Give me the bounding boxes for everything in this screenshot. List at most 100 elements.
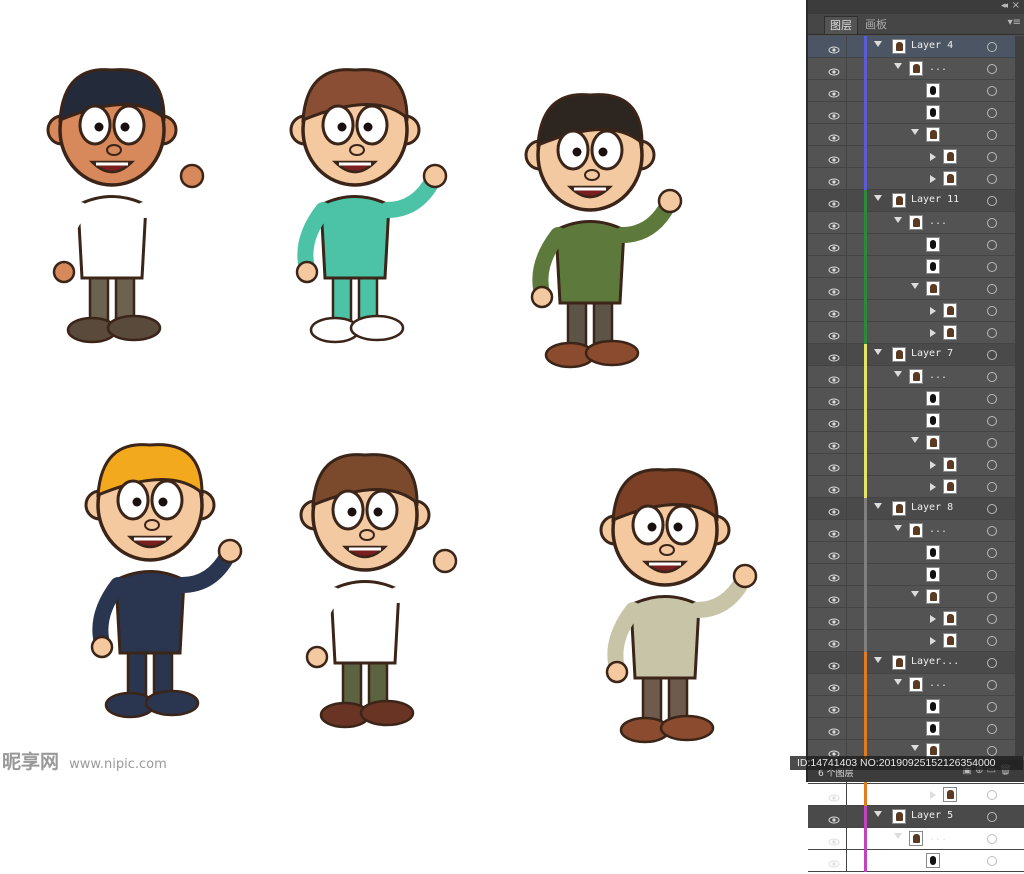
group-name[interactable]: ...: [929, 62, 947, 73]
visibility-eye-icon[interactable]: [828, 855, 840, 868]
lock-column[interactable]: [846, 652, 847, 674]
lock-column[interactable]: [846, 718, 847, 740]
visibility-eye-icon[interactable]: [828, 525, 840, 538]
visibility-eye-icon[interactable]: [828, 217, 840, 230]
target-circle-icon[interactable]: [987, 834, 997, 844]
layer-name[interactable]: Layer 8: [911, 502, 953, 513]
lock-column[interactable]: [846, 542, 847, 564]
sublayer-row[interactable]: [808, 124, 1024, 146]
lock-column[interactable]: [846, 784, 847, 806]
sublayer-row[interactable]: [808, 696, 1024, 718]
lock-column[interactable]: [846, 608, 847, 630]
layer-name[interactable]: Layer 4: [911, 40, 953, 51]
visibility-eye-icon[interactable]: [828, 591, 840, 604]
lock-column[interactable]: [846, 322, 847, 344]
visibility-eye-icon[interactable]: [828, 547, 840, 560]
target-circle-icon[interactable]: [987, 262, 997, 272]
sublayer-row[interactable]: [808, 300, 1024, 322]
target-circle-icon[interactable]: [987, 174, 997, 184]
layer-name[interactable]: Layer 11: [911, 194, 959, 205]
visibility-eye-icon[interactable]: [828, 151, 840, 164]
expand-triangle-icon[interactable]: [874, 195, 882, 201]
layer-row[interactable]: Layer 8: [808, 498, 1024, 520]
collapsed-triangle-icon[interactable]: [930, 461, 936, 469]
expand-triangle-icon[interactable]: [911, 745, 919, 751]
visibility-eye-icon[interactable]: [828, 833, 840, 846]
collapsed-triangle-icon[interactable]: [930, 175, 936, 183]
sublayer-row[interactable]: [808, 256, 1024, 278]
lock-column[interactable]: [846, 366, 847, 388]
lock-column[interactable]: [846, 806, 847, 828]
expand-triangle-icon[interactable]: [911, 591, 919, 597]
collapsed-triangle-icon[interactable]: [930, 307, 936, 315]
target-circle-icon[interactable]: [987, 614, 997, 624]
expand-triangle-icon[interactable]: [894, 371, 902, 377]
lock-column[interactable]: [846, 498, 847, 520]
visibility-eye-icon[interactable]: [828, 305, 840, 318]
sublayer-row[interactable]: ...: [808, 520, 1024, 542]
expand-triangle-icon[interactable]: [874, 349, 882, 355]
sublayer-row[interactable]: [808, 388, 1024, 410]
visibility-eye-icon[interactable]: [828, 239, 840, 252]
target-circle-icon[interactable]: [987, 218, 997, 228]
lock-column[interactable]: [846, 586, 847, 608]
visibility-eye-icon[interactable]: [828, 41, 840, 54]
target-circle-icon[interactable]: [987, 86, 997, 96]
lock-column[interactable]: [846, 212, 847, 234]
visibility-eye-icon[interactable]: [828, 415, 840, 428]
expand-triangle-icon[interactable]: [911, 437, 919, 443]
sublayer-row[interactable]: [808, 718, 1024, 740]
close-icon[interactable]: ×: [1012, 0, 1020, 11]
target-circle-icon[interactable]: [987, 812, 997, 822]
lock-column[interactable]: [846, 168, 847, 190]
tab-artboards[interactable]: 画板: [860, 16, 892, 33]
target-circle-icon[interactable]: [987, 724, 997, 734]
target-circle-icon[interactable]: [987, 108, 997, 118]
target-circle-icon[interactable]: [987, 592, 997, 602]
tab-layers[interactable]: 图层: [824, 16, 858, 34]
lock-column[interactable]: [846, 256, 847, 278]
visibility-eye-icon[interactable]: [828, 811, 840, 824]
visibility-eye-icon[interactable]: [828, 107, 840, 120]
expand-triangle-icon[interactable]: [894, 217, 902, 223]
artboard-canvas[interactable]: [0, 0, 806, 782]
sublayer-row[interactable]: [808, 432, 1024, 454]
target-circle-icon[interactable]: [987, 636, 997, 646]
lock-column[interactable]: [846, 278, 847, 300]
expand-triangle-icon[interactable]: [894, 679, 902, 685]
lock-column[interactable]: [846, 388, 847, 410]
expand-triangle-icon[interactable]: [894, 63, 902, 69]
visibility-eye-icon[interactable]: [828, 129, 840, 142]
visibility-eye-icon[interactable]: [828, 261, 840, 274]
lock-column[interactable]: [846, 696, 847, 718]
target-circle-icon[interactable]: [987, 570, 997, 580]
expand-triangle-icon[interactable]: [911, 129, 919, 135]
lock-column[interactable]: [846, 344, 847, 366]
lock-column[interactable]: [846, 454, 847, 476]
collapse-icon[interactable]: ◂◂: [1001, 1, 1008, 11]
panel-menu-icon[interactable]: ▾≡: [1008, 17, 1021, 28]
target-circle-icon[interactable]: [987, 306, 997, 316]
sublayer-row[interactable]: [808, 454, 1024, 476]
target-circle-icon[interactable]: [987, 680, 997, 690]
target-circle-icon[interactable]: [987, 196, 997, 206]
visibility-eye-icon[interactable]: [828, 437, 840, 450]
expand-triangle-icon[interactable]: [874, 41, 882, 47]
visibility-eye-icon[interactable]: [828, 371, 840, 384]
lock-column[interactable]: [846, 124, 847, 146]
collapsed-triangle-icon[interactable]: [930, 329, 936, 337]
sublayer-row[interactable]: [808, 850, 1024, 872]
layer-row[interactable]: Layer 5: [808, 806, 1024, 828]
target-circle-icon[interactable]: [987, 328, 997, 338]
sublayer-row[interactable]: [808, 146, 1024, 168]
visibility-eye-icon[interactable]: [828, 85, 840, 98]
expand-triangle-icon[interactable]: [894, 833, 902, 839]
sublayer-row[interactable]: ...: [808, 828, 1024, 850]
lock-column[interactable]: [846, 36, 847, 58]
lock-column[interactable]: [846, 432, 847, 454]
sublayer-row[interactable]: ...: [808, 58, 1024, 80]
target-circle-icon[interactable]: [987, 130, 997, 140]
lock-column[interactable]: [846, 828, 847, 850]
sublayer-row[interactable]: [808, 542, 1024, 564]
target-circle-icon[interactable]: [987, 284, 997, 294]
